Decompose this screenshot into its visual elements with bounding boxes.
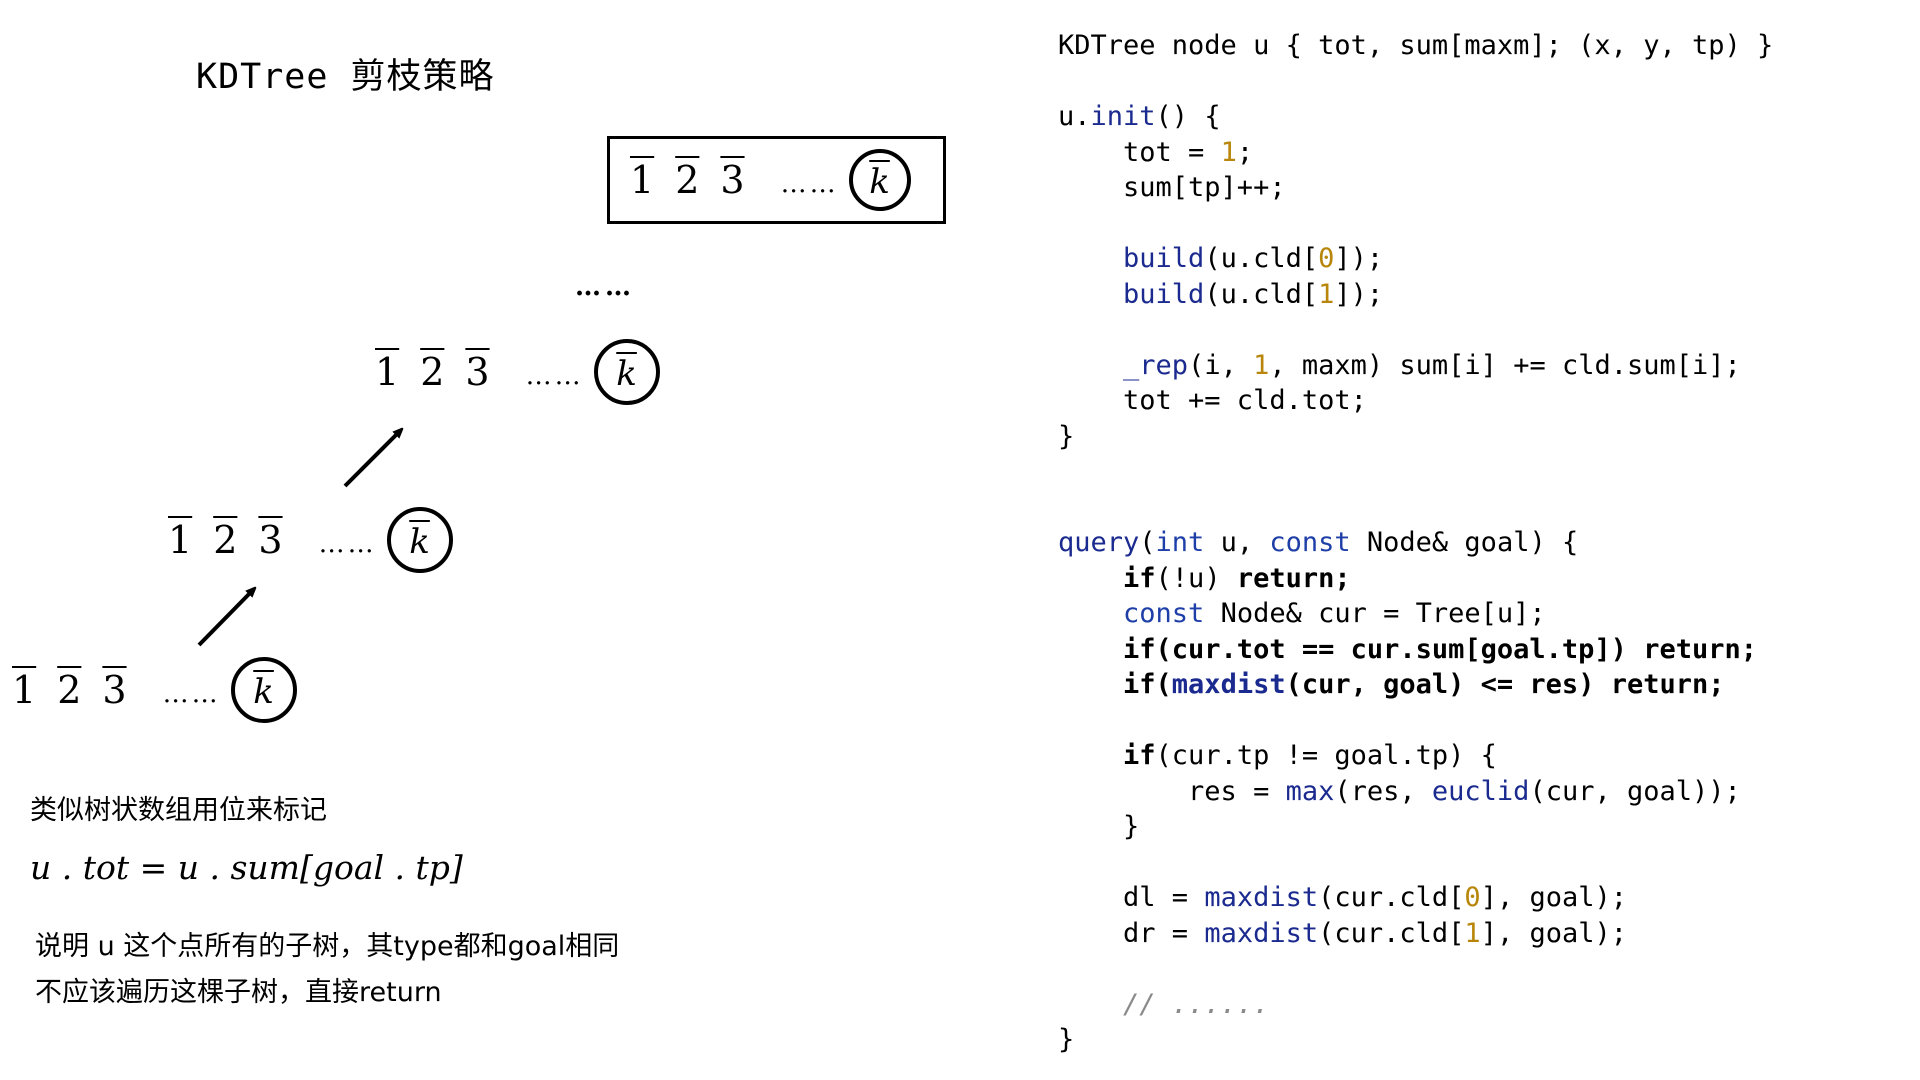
code-token: if( <box>1058 669 1172 700</box>
code-line: if(cur.tp != goal.tp) { <box>1058 738 1773 774</box>
code-line: const Node& cur = Tree[u]; <box>1058 596 1773 632</box>
code-token: euclid <box>1431 775 1530 807</box>
code-line: dr = maxdist(cur.cld[1], goal); <box>1058 916 1773 952</box>
code-line: res = max(res, euclid(cur, goal)); <box>1058 774 1773 810</box>
code-token: } <box>1058 1024 1075 1055</box>
code-token: (i, <box>1188 349 1254 381</box>
code-token: query <box>1058 527 1140 558</box>
code-token: max <box>1285 775 1335 807</box>
code-token: ]); <box>1334 243 1384 274</box>
code-token: maxdist <box>1171 669 1286 700</box>
code-line: if(maxdist(cur, goal) <= res) return; <box>1058 667 1773 703</box>
code-token: (cur, goal)); <box>1529 775 1741 807</box>
code-line: KDTree node u { tot, sum[maxm]; (x, y, t… <box>1058 28 1773 64</box>
code-token: dr = <box>1058 917 1205 949</box>
code-token: (!u) <box>1155 562 1237 594</box>
code-token: ( <box>1139 527 1156 558</box>
code-token: 0 <box>1318 243 1335 274</box>
code-token: build <box>1123 278 1205 310</box>
code-token: (cur, goal) <= res) return; <box>1285 669 1725 700</box>
code-token: tot += cld.tot; <box>1058 385 1367 416</box>
code-token: Node& goal) { <box>1350 527 1579 558</box>
code-token: maxdist <box>1204 882 1319 913</box>
code-token: (u.cld[ <box>1204 243 1319 274</box>
code-token: (u.cld[ <box>1204 278 1319 310</box>
code-token: // ...... <box>1058 988 1270 1020</box>
explanation-line-1: 说明 u 这个点所有的子树，其type都和goal相同 <box>35 931 620 962</box>
code-line: } <box>1058 1022 1773 1058</box>
code-token: Node& cur = Tree[u]; <box>1204 598 1546 629</box>
formula: u . tot = u . sum[goal . tp] <box>30 848 463 887</box>
code-token: 1 <box>1253 349 1270 381</box>
code-line: sum[tp]++; <box>1058 170 1773 206</box>
code-token: () { <box>1155 101 1221 132</box>
code-token: 1 <box>1464 917 1481 949</box>
code-line: build(u.cld[0]); <box>1058 241 1773 277</box>
code-token: maxdist <box>1204 917 1319 949</box>
code-line: build(u.cld[1]); <box>1058 277 1773 313</box>
code-token: (cur.cld[ <box>1318 882 1465 913</box>
code-token: if <box>1058 562 1156 594</box>
code-token: const <box>1123 598 1205 629</box>
code-token: (cur.tp != goal.tp) { <box>1155 740 1497 771</box>
code-token: KDTree node u { tot, sum[maxm]; (x, y, t… <box>1058 30 1774 61</box>
explanation-line-2: 不应该遍历这棵子树，直接return <box>35 977 442 1008</box>
code-token: ; <box>1236 136 1254 168</box>
code-token: 1 <box>1318 278 1335 310</box>
arrows-layer <box>197 0 960 647</box>
code-line: if(!u) return; <box>1058 561 1773 597</box>
code-token: build <box>1123 243 1205 274</box>
code-token: 1 <box>1220 136 1237 168</box>
code-token: ], goal); <box>1480 917 1627 949</box>
code-token: } <box>1058 420 1075 452</box>
code-line: tot = 1; <box>1058 135 1773 171</box>
code-token: tot = <box>1058 136 1221 168</box>
code-block: KDTree node u { tot, sum[maxm]; (x, y, t… <box>1058 28 1773 1058</box>
code-token: 0 <box>1464 882 1481 913</box>
code-line: // ...... <box>1058 987 1773 1023</box>
code-token: (res, <box>1334 775 1432 807</box>
code-line: tot += cld.tot; <box>1058 383 1773 419</box>
code-line: _rep(i, 1, maxm) sum[i] += cld.sum[i]; <box>1058 348 1773 384</box>
code-token: ], goal); <box>1480 882 1627 913</box>
up-arrow-upper <box>343 431 400 488</box>
code-token: (cur.cld[ <box>1318 917 1465 949</box>
code-token: const <box>1269 527 1351 558</box>
code-token: u, <box>1204 527 1270 558</box>
code-token: init <box>1090 101 1156 132</box>
code-token: if <box>1058 740 1156 771</box>
code-line: query(int u, const Node& goal) { <box>1058 525 1773 561</box>
code-token: sum[tp]++; <box>1058 172 1286 203</box>
code-token: ]); <box>1334 278 1384 310</box>
code-token: if(cur.tot == cur.sum[goal.tp]) return; <box>1058 633 1757 665</box>
code-line: u.init() { <box>1058 99 1773 135</box>
code-token: _rep <box>1123 349 1189 381</box>
code-token: dl = <box>1058 882 1205 913</box>
code-line: } <box>1058 419 1773 455</box>
code-line: } <box>1058 809 1773 845</box>
code-token: , maxm) sum[i] += cld.sum[i]; <box>1269 349 1741 381</box>
explanation-heading: 类似树状数组用位来标记 <box>30 795 327 826</box>
code-token: int <box>1155 527 1205 558</box>
code-line: dl = maxdist(cur.cld[0], goal); <box>1058 880 1773 916</box>
code-token: } <box>1058 811 1140 842</box>
code-token: return; <box>1236 562 1351 594</box>
code-token: res = <box>1058 775 1286 807</box>
code-token: u. <box>1058 101 1091 132</box>
code-line: if(cur.tot == cur.sum[goal.tp]) return; <box>1058 632 1773 668</box>
up-arrow-lower <box>197 590 253 647</box>
